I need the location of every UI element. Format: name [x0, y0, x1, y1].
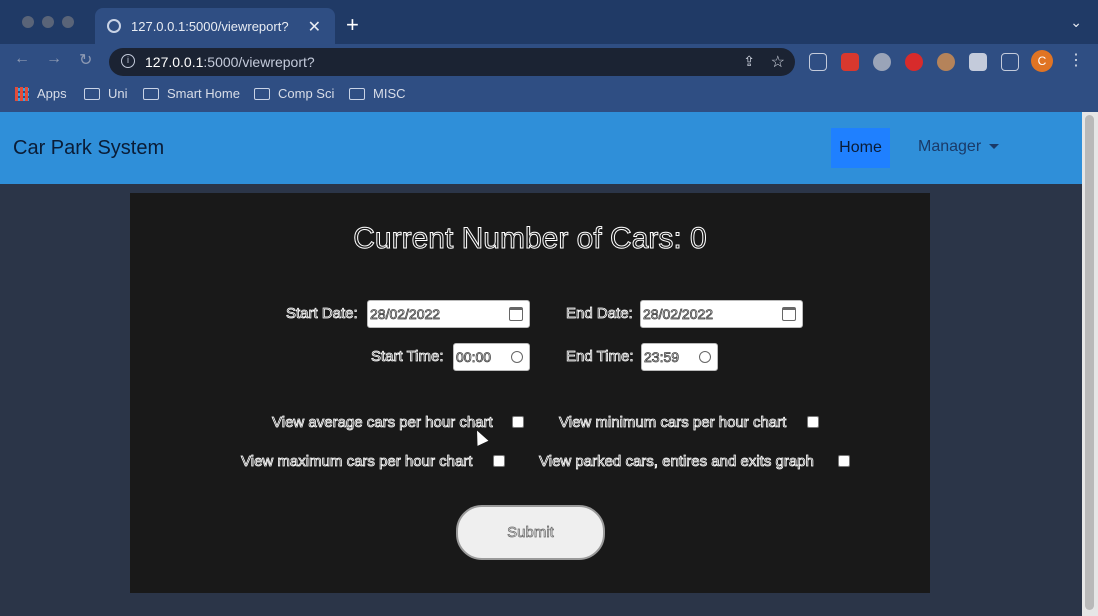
end-time-input[interactable]: 23:59: [641, 343, 718, 371]
start-time-input[interactable]: 00:00: [453, 343, 530, 371]
nav-manager-dropdown[interactable]: Manager: [918, 138, 1000, 156]
bookmark-label: Comp Sci: [278, 86, 335, 101]
forward-arrow-icon[interactable]: →: [46, 50, 62, 68]
average-chart-checkbox[interactable]: [512, 416, 524, 428]
maximum-chart-checkbox[interactable]: [493, 455, 505, 467]
close-window-icon[interactable]: [22, 16, 34, 28]
folder-icon: [254, 87, 270, 100]
start-time-label: Start Time:: [371, 348, 444, 366]
end-time-value: 23:59: [644, 349, 680, 366]
parked-graph-checkbox[interactable]: [838, 455, 850, 467]
url-host: 127.0.0.1: [145, 54, 204, 70]
info-icon[interactable]: i: [121, 54, 135, 68]
bookmark-comp-sci[interactable]: Comp Sci: [254, 86, 334, 101]
new-tab-button[interactable]: +: [346, 12, 359, 38]
bookmark-label: Smart Home: [167, 86, 240, 101]
maximize-window-icon[interactable]: [62, 16, 74, 28]
clock-icon[interactable]: [699, 351, 711, 363]
minimize-window-icon[interactable]: [42, 16, 54, 28]
minimum-chart-checkbox[interactable]: [807, 416, 819, 428]
bookmark-smart-home[interactable]: Smart Home: [143, 86, 240, 101]
end-date-value: 28/02/2022: [643, 306, 714, 323]
maximum-chart-label: View maximum cars per hour chart: [241, 453, 473, 471]
bookmark-label: MISC: [373, 86, 406, 101]
profile-avatar[interactable]: C: [1031, 50, 1053, 72]
folder-icon: [143, 87, 159, 100]
cookie-extension-icon[interactable]: [937, 53, 955, 71]
tab-title: 127.0.0.1:5000/viewreport?: [131, 18, 289, 34]
sidebar-icon[interactable]: [1001, 53, 1019, 71]
folder-icon: [84, 87, 100, 100]
stop-hand-extension-icon[interactable]: [905, 53, 923, 71]
chevron-down-icon[interactable]: ⌄: [1070, 14, 1082, 31]
address-bar[interactable]: i 127.0.0.1:5000/viewreport? ⇪ ☆: [109, 48, 795, 76]
nav-home-button[interactable]: Home: [831, 128, 890, 168]
kebab-menu-icon[interactable]: ⋮: [1068, 50, 1084, 70]
manager-label: Manager: [918, 138, 982, 155]
calendar-icon[interactable]: [509, 307, 523, 321]
globe-icon: [107, 19, 121, 33]
start-date-value: 28/02/2022: [370, 306, 441, 323]
average-chart-label: View average cars per hour chart: [272, 414, 493, 432]
bookmark-apps[interactable]: Apps: [15, 86, 67, 101]
clock-icon[interactable]: [511, 351, 523, 363]
brand-title[interactable]: Car Park System: [13, 137, 164, 160]
folder-icon: [349, 87, 365, 100]
url-path: :5000/viewreport?: [203, 54, 315, 70]
share-icon[interactable]: ⇪: [743, 53, 755, 70]
end-time-label: End Time:: [566, 348, 634, 366]
puzzle-icon[interactable]: [969, 53, 987, 71]
scrollbar-thumb[interactable]: [1085, 115, 1094, 610]
close-icon[interactable]: ✕: [308, 17, 321, 37]
back-arrow-icon[interactable]: ←: [14, 50, 30, 68]
start-time-value: 00:00: [456, 349, 492, 366]
page-title: Current Number of Cars: 0: [353, 222, 707, 256]
bookmark-label: Uni: [108, 86, 128, 101]
reader-extension-icon[interactable]: [809, 53, 827, 71]
end-date-label: End Date:: [566, 305, 634, 323]
caret-down-icon: [989, 144, 1000, 150]
minimum-chart-label: View minimum cars per hour chart: [559, 414, 787, 432]
start-date-input[interactable]: 28/02/2022: [367, 300, 530, 328]
parked-graph-label: View parked cars, entires and exits grap…: [539, 453, 815, 471]
start-date-label: Start Date:: [286, 305, 358, 323]
bookmark-label: Apps: [37, 86, 67, 101]
submit-button[interactable]: Submit: [456, 505, 605, 560]
tp-extension-icon[interactable]: [841, 53, 859, 71]
end-date-input[interactable]: 28/02/2022: [640, 300, 803, 328]
bookmark-uni[interactable]: Uni: [84, 86, 128, 101]
star-icon[interactable]: ☆: [771, 52, 785, 72]
ghost-extension-icon[interactable]: [873, 53, 891, 71]
browser-tab[interactable]: 127.0.0.1:5000/viewreport? ✕: [95, 8, 335, 44]
bookmark-misc[interactable]: MISC: [349, 86, 406, 101]
apps-grid-icon: [15, 86, 29, 101]
calendar-icon[interactable]: [782, 307, 796, 321]
reload-icon[interactable]: ↻: [79, 50, 92, 70]
